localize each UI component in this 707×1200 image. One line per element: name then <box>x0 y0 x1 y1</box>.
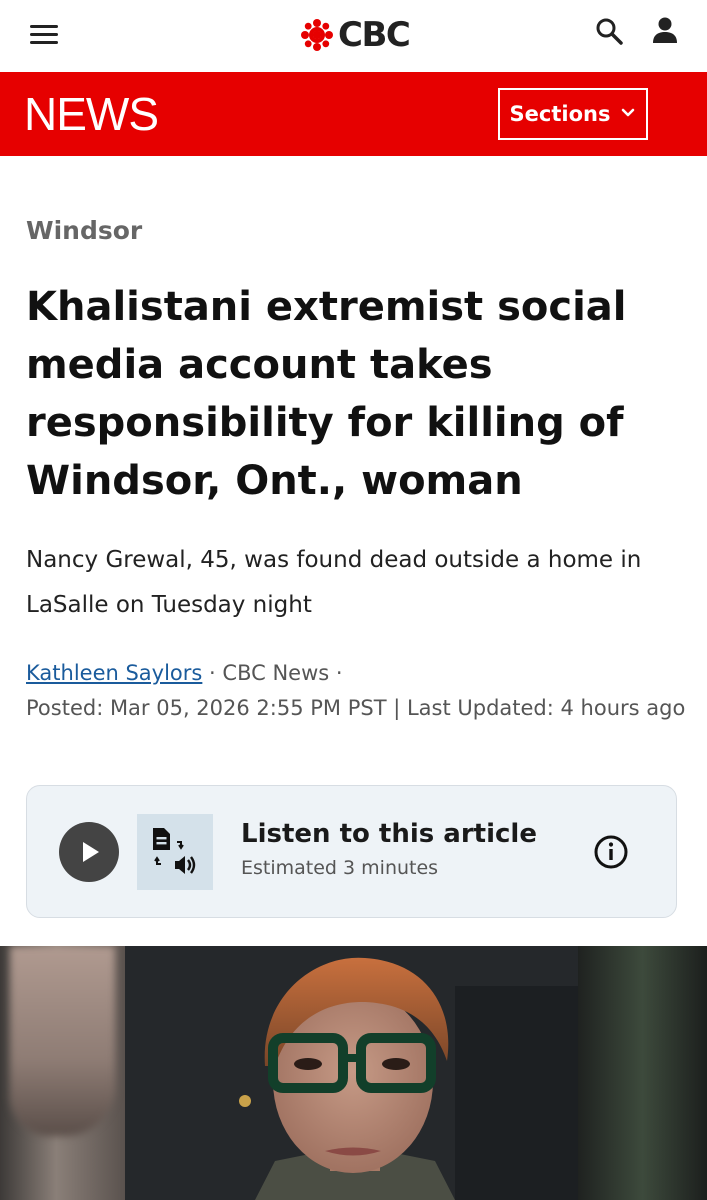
photo-right-panel <box>578 946 707 1200</box>
byline-source: CBC News <box>222 661 330 685</box>
article-deck: Nancy Grewal, 45, was found dead outside… <box>26 547 642 618</box>
text-to-speech-icon <box>137 814 213 890</box>
listen-estimate: Estimated 3 minutes <box>241 857 439 879</box>
article-lead-photo <box>0 946 707 1200</box>
news-label[interactable]: NEWS <box>24 90 159 138</box>
play-icon <box>83 842 99 862</box>
sections-button[interactable]: Sections <box>498 88 648 140</box>
listen-title: Listen to this article <box>241 819 537 849</box>
publish-timestamp: Posted: Mar 05, 2026 2:55 PM PST | Last … <box>26 696 686 720</box>
photo-portrait <box>125 946 578 1200</box>
news-section-bar: NEWS Sections <box>0 72 707 156</box>
sections-label: Sections <box>509 102 611 126</box>
listen-to-article-widget: Listen to this article Estimated 3 minut… <box>26 785 677 918</box>
top-bar: CBC <box>0 0 707 72</box>
byline: Kathleen Saylors · CBC News · Posted: Ma… <box>26 656 686 726</box>
author-link[interactable]: Kathleen Saylors <box>26 661 202 685</box>
hamburger-menu-icon[interactable] <box>26 20 62 50</box>
play-button[interactable] <box>59 822 119 882</box>
logo-text: CBC <box>338 15 411 55</box>
region-label[interactable]: Windsor <box>26 216 142 245</box>
byline-separator: · <box>335 661 343 685</box>
search-icon[interactable] <box>592 14 626 48</box>
photo-left-panel <box>0 946 125 1200</box>
article-headline: Khalistani extremist social media accoun… <box>26 284 627 504</box>
byline-separator: · <box>209 661 216 685</box>
cbc-gem-icon <box>301 19 333 51</box>
cbc-logo[interactable]: CBC <box>300 12 411 58</box>
info-icon[interactable] <box>593 834 629 870</box>
user-icon[interactable] <box>648 14 682 48</box>
chevron-down-icon <box>622 108 635 117</box>
